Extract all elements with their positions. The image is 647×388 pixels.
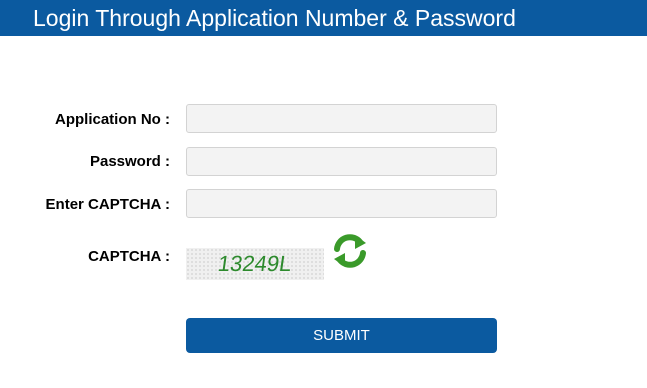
submit-button[interactable]: SUBMIT — [186, 318, 497, 353]
captcha-label: CAPTCHA : — [88, 248, 170, 265]
application-no-label: Application No : — [55, 111, 170, 128]
page-header: Login Through Application Number & Passw… — [0, 0, 647, 36]
captcha-code: 13249L — [216, 251, 294, 276]
password-label: Password : — [89, 153, 170, 170]
application-no-field[interactable] — [186, 104, 497, 133]
enter-captcha-label: Enter CAPTCHA : — [45, 196, 170, 213]
password-field[interactable] — [186, 147, 497, 176]
captcha-input[interactable] — [186, 189, 497, 218]
page-title: Login Through Application Number & Passw… — [33, 5, 516, 31]
captcha-image: 13249L — [186, 248, 324, 280]
refresh-icon[interactable] — [331, 232, 369, 270]
